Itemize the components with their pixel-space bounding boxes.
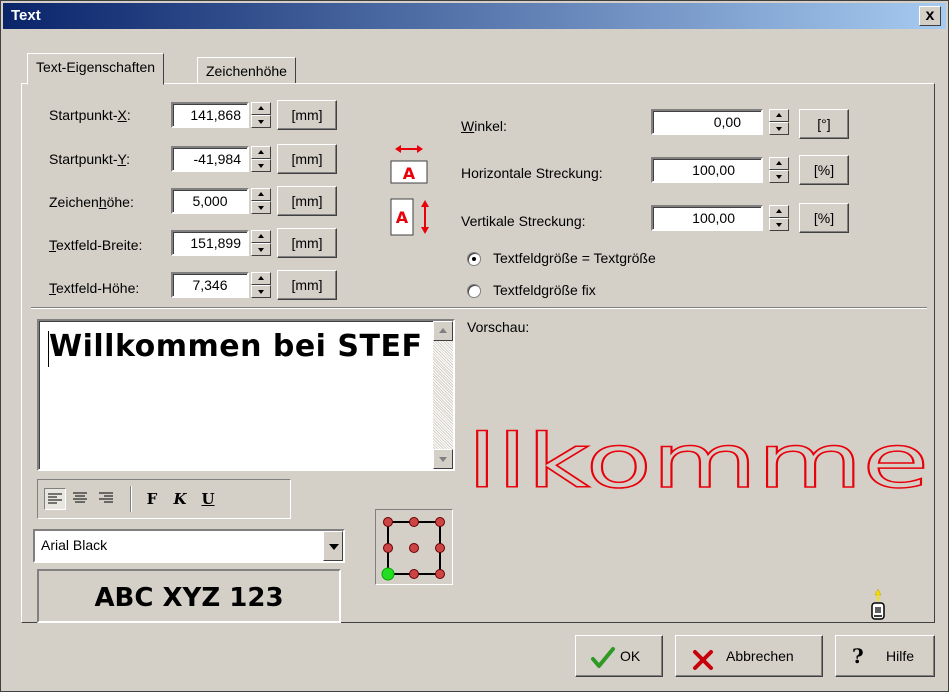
tfh-label: Textfeld-Höhe: xyxy=(49,280,140,296)
font-sample: ABC XYZ 123 xyxy=(37,569,341,623)
angle-label: Winkel: xyxy=(461,118,507,134)
hstretch-spinner[interactable] xyxy=(769,157,789,183)
tfw-spinner[interactable] xyxy=(251,230,271,256)
radio-textfield-fixed-label: Textfeldgröße fix xyxy=(493,282,596,298)
anchor-grid-icon xyxy=(381,517,445,581)
close-button[interactable]: x xyxy=(919,6,941,26)
divider xyxy=(31,307,927,309)
starty-spinner[interactable] xyxy=(251,146,271,172)
bold-button[interactable]: F xyxy=(142,488,162,510)
scroll-down-button[interactable] xyxy=(433,449,453,469)
vstretch-spinner[interactable] xyxy=(769,205,789,231)
starty-unit-button[interactable]: [mm] xyxy=(277,144,337,174)
svg-text:A: A xyxy=(396,208,409,227)
tfh-input[interactable]: 7,346 xyxy=(171,272,249,298)
italic-button[interactable]: K xyxy=(170,488,190,510)
format-toolbar: F K U xyxy=(37,479,291,519)
tab-zeichenhoehe[interactable]: Zeichenhöhe xyxy=(197,57,296,85)
tfw-label: Textfeld-Breite: xyxy=(49,237,143,253)
preview-text: llkomme xyxy=(467,419,929,499)
tfw-unit-button[interactable]: [mm] xyxy=(277,228,337,258)
align-left-button[interactable] xyxy=(44,488,66,510)
help-button[interactable]: ? Hilfe xyxy=(835,635,935,677)
context-help-icon[interactable] xyxy=(867,587,889,621)
angle-spinner[interactable] xyxy=(769,109,789,135)
svg-text:A: A xyxy=(403,164,416,183)
startx-label: Startpunkt-X: xyxy=(49,107,131,123)
startx-spinner[interactable] xyxy=(251,102,271,128)
tfw-input[interactable]: 151,899 xyxy=(171,230,249,256)
radio-textfield-fixed[interactable] xyxy=(467,284,481,298)
chevron-down-icon[interactable] xyxy=(323,531,343,561)
scroll-track[interactable] xyxy=(433,341,453,449)
charh-unit-button[interactable]: [mm] xyxy=(277,186,337,216)
font-select[interactable]: Arial Black xyxy=(33,529,345,563)
align-left-icon xyxy=(48,493,62,504)
radio-textfield-eq-text[interactable] xyxy=(467,252,481,266)
tab-label: Zeichenhöhe xyxy=(206,63,287,79)
startx-unit-button[interactable]: [mm] xyxy=(277,100,337,130)
charh-input[interactable]: 5,000 xyxy=(171,188,249,214)
hstretch-label: Horizontale Streckung: xyxy=(461,165,603,181)
align-right-icon xyxy=(99,492,113,503)
text-dialog: Text x Text-Eigenschaften Zeichenhöhe St… xyxy=(0,0,949,692)
angle-input[interactable]: 0,00 xyxy=(651,109,763,135)
starty-input[interactable]: -41,984 xyxy=(171,146,249,172)
checkmark-icon xyxy=(590,645,616,685)
tab-text-eigenschaften[interactable]: Text-Eigenschaften xyxy=(27,53,165,85)
cancel-button[interactable]: Abbrechen xyxy=(675,635,823,677)
hstretch-unit-button[interactable]: [%] xyxy=(799,155,849,185)
startx-input[interactable]: 141,868 xyxy=(171,102,249,128)
anchor-point-selector[interactable] xyxy=(375,509,453,585)
tfh-unit-button[interactable]: [mm] xyxy=(277,270,337,300)
charh-spinner[interactable] xyxy=(251,188,271,214)
tab-label: Text-Eigenschaften xyxy=(36,59,156,75)
text-editor[interactable]: Willkommen bei STEF xyxy=(37,319,455,471)
align-center-button[interactable] xyxy=(70,488,92,510)
vstretch-input[interactable]: 100,00 xyxy=(651,205,763,231)
horizontal-stretch-icon: A xyxy=(389,141,429,185)
hstretch-input[interactable]: 100,00 xyxy=(651,157,763,183)
editor-scrollbar[interactable] xyxy=(433,321,453,469)
vstretch-label: Vertikale Streckung: xyxy=(461,213,586,229)
radio-textfield-eq-text-label: Textfeldgröße = Textgröße xyxy=(493,250,656,266)
cross-icon xyxy=(692,646,714,686)
preview-canvas: llkomme xyxy=(465,418,931,506)
preview-label: Vorschau: xyxy=(467,319,530,335)
font-select-value: Arial Black xyxy=(41,537,108,553)
title-bar[interactable]: Text x xyxy=(3,3,946,29)
charh-label: Zeichenhöhe: xyxy=(49,194,134,210)
window-title: Text xyxy=(11,7,41,24)
tfh-spinner[interactable] xyxy=(251,272,271,298)
cancel-label: Abbrechen xyxy=(726,648,794,664)
vertical-stretch-icon: A xyxy=(389,195,439,239)
ok-button[interactable]: OK xyxy=(575,635,663,677)
align-right-button[interactable] xyxy=(96,488,118,510)
vstretch-unit-button[interactable]: [%] xyxy=(799,203,849,233)
angle-unit-button[interactable]: [°] xyxy=(799,109,849,139)
scroll-up-button[interactable] xyxy=(433,321,453,341)
underline-button[interactable]: U xyxy=(198,488,218,510)
question-mark-icon: ? xyxy=(852,644,864,668)
editor-text: Willkommen bei STEF xyxy=(49,329,423,364)
ok-label: OK xyxy=(620,648,641,664)
starty-label: Startpunkt-Y: xyxy=(49,151,130,167)
align-center-icon xyxy=(73,492,87,503)
help-label: Hilfe xyxy=(886,648,915,664)
toolbar-separator xyxy=(130,486,132,512)
